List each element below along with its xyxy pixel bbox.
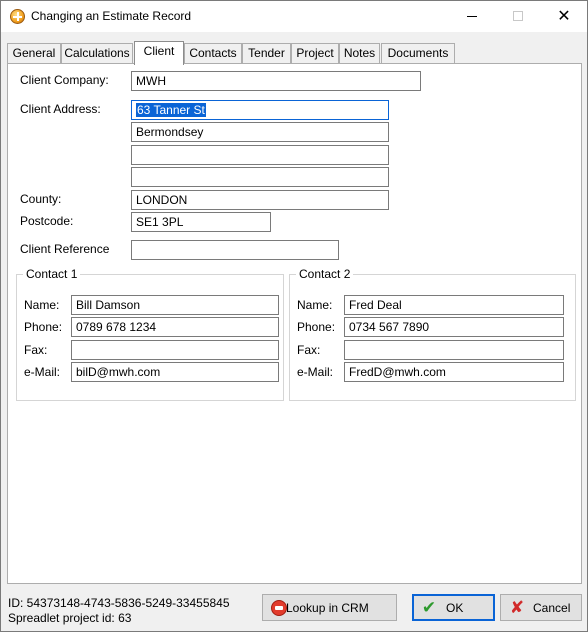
- spreadlet-project-id-text: Spreadlet project id: 63: [8, 611, 132, 625]
- contact-1-phone-field[interactable]: 0789 678 1234: [71, 317, 279, 337]
- client-address-line-1[interactable]: 63 Tanner St: [131, 100, 389, 120]
- window-title: Changing an Estimate Record: [31, 9, 192, 23]
- client-address-line-4[interactable]: [131, 167, 389, 187]
- cancel-x-icon: ✘: [509, 598, 525, 617]
- contact-2-phone-label: Phone:: [297, 320, 336, 334]
- address-line-1-text: 63 Tanner St: [136, 103, 206, 117]
- dialog-window: Changing an Estimate Record ✕ General Ca…: [0, 0, 588, 632]
- tab-client[interactable]: Client: [134, 41, 184, 65]
- crm-icon: [271, 600, 287, 616]
- contact-1-fax-field[interactable]: [71, 340, 279, 360]
- record-id-text: ID: 54373148-4743-5836-5249-33455845: [8, 596, 230, 610]
- cancel-button[interactable]: ✘ Cancel: [500, 594, 582, 621]
- contact-2-email-label: e-Mail:: [297, 365, 334, 379]
- client-reference-field[interactable]: [131, 240, 339, 260]
- maximize-button: [495, 1, 541, 32]
- contact-2-phone-field[interactable]: 0734 567 7890: [344, 317, 564, 337]
- ok-label: OK: [446, 601, 464, 615]
- postcode-label: Postcode:: [20, 214, 74, 228]
- contact-2-fax-label: Fax:: [297, 343, 321, 357]
- contact-1-email-field[interactable]: bilD@mwh.com: [71, 362, 279, 382]
- tab-calculations[interactable]: Calculations: [61, 43, 133, 64]
- county-label: County:: [20, 192, 62, 206]
- client-address-line-2[interactable]: Bermondsey: [131, 122, 389, 142]
- tab-general[interactable]: General: [7, 43, 61, 64]
- tab-tender[interactable]: Tender: [242, 43, 291, 64]
- cancel-label: Cancel: [533, 601, 571, 615]
- minimize-button[interactable]: [449, 1, 495, 32]
- contact-1-group: Contact 1 Name: Bill Damson Phone: 0789 …: [16, 267, 284, 401]
- minimize-icon: [467, 16, 477, 17]
- contact-1-fax-label: Fax:: [24, 343, 48, 357]
- contact-2-title: Contact 2: [296, 267, 354, 281]
- app-icon: [10, 9, 25, 24]
- client-reference-label: Client Reference: [20, 242, 110, 256]
- contact-1-name-field[interactable]: Bill Damson: [71, 295, 279, 315]
- contact-2-email-field[interactable]: FredD@mwh.com: [344, 362, 564, 382]
- contact-2-name-field[interactable]: Fred Deal: [344, 295, 564, 315]
- checkmark-icon: ✔: [421, 598, 437, 617]
- contact-2-group: Contact 2 Name: Fred Deal Phone: 0734 56…: [289, 267, 576, 401]
- contact-2-name-label: Name:: [297, 298, 333, 312]
- contact-2-fax-field[interactable]: [344, 340, 564, 360]
- tab-documents[interactable]: Documents: [381, 43, 455, 64]
- client-tab-panel: Client Company: MWH Client Address: 63 T…: [7, 63, 582, 584]
- contact-1-name-label: Name:: [24, 298, 60, 312]
- title-bar[interactable]: Changing an Estimate Record ✕: [1, 1, 587, 32]
- client-company-label: Client Company:: [20, 73, 109, 87]
- ok-button[interactable]: ✔ OK: [412, 594, 495, 621]
- county-field[interactable]: LONDON: [131, 190, 389, 210]
- maximize-icon: [513, 11, 523, 21]
- contact-1-title: Contact 1: [23, 267, 81, 281]
- tab-notes[interactable]: Notes: [339, 43, 380, 64]
- client-address-line-3[interactable]: [131, 145, 389, 165]
- tab-contacts[interactable]: Contacts: [184, 43, 242, 64]
- client-address-label: Client Address:: [20, 102, 101, 116]
- postcode-field[interactable]: SE1 3PL: [131, 212, 271, 232]
- lookup-in-crm-button[interactable]: Lookup in CRM: [262, 594, 397, 621]
- close-button[interactable]: ✕: [541, 1, 587, 32]
- tab-project[interactable]: Project: [291, 43, 339, 64]
- contact-1-phone-label: Phone:: [24, 320, 63, 334]
- lookup-in-crm-label: Lookup in CRM: [286, 601, 369, 615]
- contact-1-email-label: e-Mail:: [24, 365, 61, 379]
- close-icon: ✕: [557, 8, 571, 25]
- client-company-field[interactable]: MWH: [131, 71, 421, 91]
